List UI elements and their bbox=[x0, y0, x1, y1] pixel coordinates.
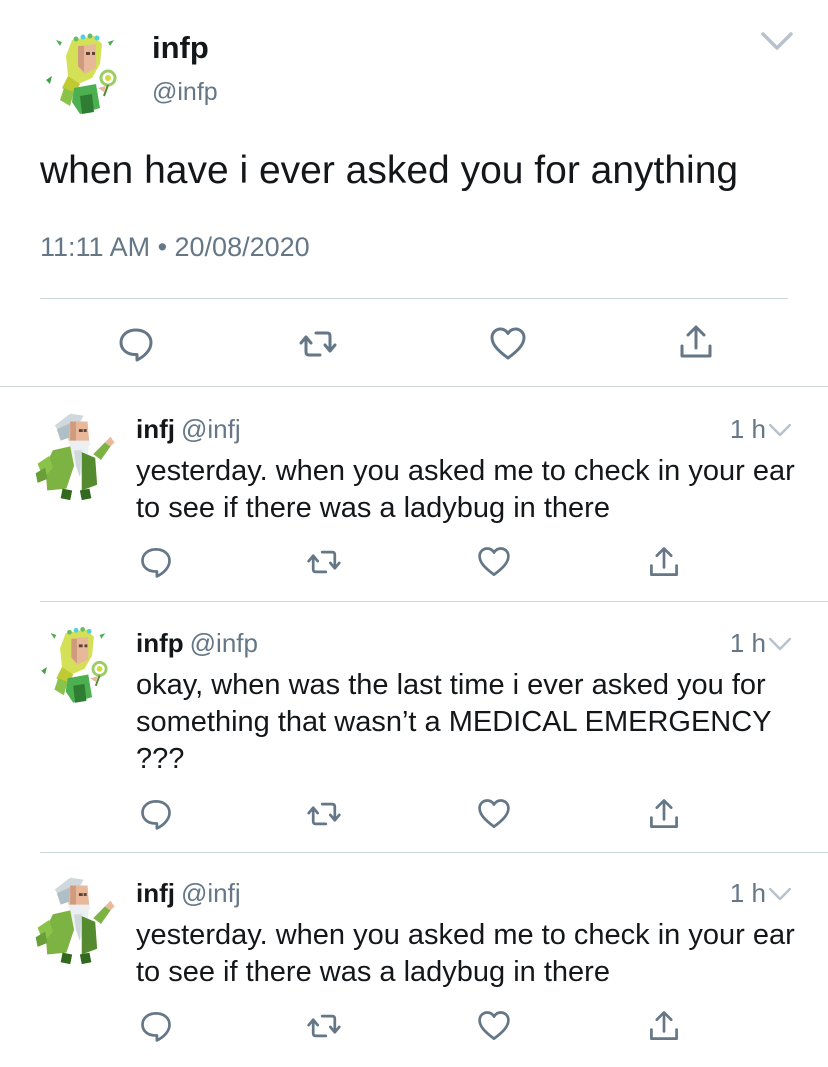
main-tweet-handle[interactable]: @infp bbox=[152, 78, 218, 107]
retweet-icon[interactable] bbox=[306, 1008, 342, 1044]
share-icon[interactable] bbox=[646, 796, 682, 832]
infj-avatar-image bbox=[28, 408, 124, 504]
reply-text: yesterday. when you asked me to check in… bbox=[136, 919, 795, 988]
like-icon[interactable] bbox=[476, 796, 512, 832]
reply-avatar[interactable] bbox=[28, 872, 124, 968]
chevron-down-icon[interactable] bbox=[768, 422, 792, 438]
like-icon[interactable] bbox=[476, 544, 512, 580]
reply-icon[interactable] bbox=[138, 1008, 174, 1044]
chevron-down-icon[interactable] bbox=[760, 30, 794, 52]
reply-text: okay, when was the last time i ever aske… bbox=[136, 669, 772, 775]
infp-avatar-image bbox=[34, 26, 134, 126]
reply-header: infp @infp bbox=[136, 628, 258, 659]
reply-display-name[interactable]: infj bbox=[136, 414, 175, 444]
reply-timestamp: 1 h bbox=[729, 628, 766, 658]
main-tweet-timestamp: 11:11 AM • 20/08/2020 bbox=[40, 232, 310, 262]
reply-handle[interactable]: @infp bbox=[190, 628, 258, 658]
reply-timestamp: 1 h bbox=[729, 878, 766, 908]
infp-avatar-image bbox=[30, 620, 124, 714]
reply-header: infj @infj bbox=[136, 414, 241, 445]
divider bbox=[40, 852, 828, 853]
share-icon[interactable] bbox=[646, 1008, 682, 1044]
chevron-down-icon[interactable] bbox=[768, 636, 792, 652]
reply-icon[interactable] bbox=[116, 324, 156, 364]
divider bbox=[40, 298, 788, 299]
main-tweet-text: when have i ever asked you for anything bbox=[40, 149, 739, 192]
main-tweet-display-name[interactable]: infp bbox=[152, 30, 209, 66]
share-icon[interactable] bbox=[676, 322, 716, 362]
main-tweet-avatar[interactable] bbox=[34, 26, 134, 126]
divider bbox=[40, 601, 828, 602]
reply-timestamp: 1 h bbox=[729, 414, 766, 444]
chevron-down-icon[interactable] bbox=[768, 886, 792, 902]
reply-avatar[interactable] bbox=[30, 620, 124, 714]
reply-avatar[interactable] bbox=[28, 408, 124, 504]
share-icon[interactable] bbox=[646, 544, 682, 580]
reply-text: yesterday. when you asked me to check in… bbox=[136, 455, 795, 524]
infj-avatar-image bbox=[28, 872, 124, 968]
retweet-icon[interactable] bbox=[306, 544, 342, 580]
reply-header: infj @infj bbox=[136, 878, 241, 909]
retweet-icon[interactable] bbox=[298, 324, 338, 364]
reply-display-name[interactable]: infp bbox=[136, 628, 184, 658]
reply-display-name[interactable]: infj bbox=[136, 878, 175, 908]
divider bbox=[0, 386, 828, 387]
like-icon[interactable] bbox=[488, 324, 528, 364]
reply-handle[interactable]: @infj bbox=[181, 878, 241, 908]
reply-icon[interactable] bbox=[138, 796, 174, 832]
reply-icon[interactable] bbox=[138, 544, 174, 580]
reply-handle[interactable]: @infj bbox=[181, 414, 241, 444]
like-icon[interactable] bbox=[476, 1008, 512, 1044]
retweet-icon[interactable] bbox=[306, 796, 342, 832]
